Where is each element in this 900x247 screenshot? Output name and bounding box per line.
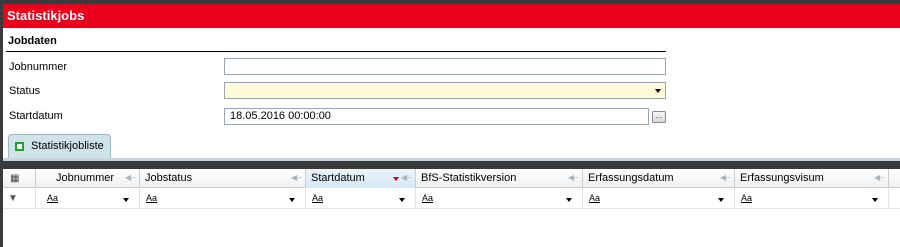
startdatum-input[interactable]: 18.05.2016 00:00:00 xyxy=(224,108,649,125)
filter-startdatum[interactable]: Aa xyxy=(306,189,416,209)
section-title-jobdaten: Jobdaten xyxy=(8,35,57,47)
column-label: Erfassungsvisum xyxy=(740,172,824,184)
column-header-erfassungsvisum[interactable]: Erfassungsvisum ◀− xyxy=(735,169,889,188)
column-label: BfS-Statistikversion xyxy=(421,172,517,184)
window-title: Statistikjobs xyxy=(7,8,85,23)
date-picker-button[interactable]: ... xyxy=(652,111,666,123)
startdatum-value: 18.05.2016 00:00:00 xyxy=(230,110,331,122)
pin-icon[interactable]: ◀− xyxy=(568,174,579,182)
chevron-down-icon[interactable] xyxy=(718,198,724,202)
chevron-down-icon[interactable] xyxy=(289,198,295,202)
column-header-erfassungsdatum[interactable]: Erfassungsdatum ◀− xyxy=(583,169,735,188)
filter-icon: ▼ xyxy=(8,193,18,204)
grid-filter-row: ▼ Aa Aa Aa Aa Aa Aa xyxy=(3,189,900,209)
column-chooser-cell[interactable]: ▦ xyxy=(3,169,36,188)
column-header-jobnummer[interactable]: Jobnummer ◀− xyxy=(36,169,140,188)
chevron-down-icon[interactable] xyxy=(123,198,129,202)
pin-icon[interactable]: ◀− xyxy=(720,174,731,182)
startdatum-label: Startdatum xyxy=(9,110,63,122)
column-label: Jobstatus xyxy=(145,172,193,184)
status-label: Status xyxy=(9,85,41,97)
chevron-down-icon[interactable] xyxy=(872,198,878,202)
column-header-jobstatus[interactable]: Jobstatus ◀− xyxy=(140,169,306,188)
jobnummer-label: Jobnummer xyxy=(9,61,68,73)
filter-row-icon-cell: ▼ xyxy=(3,189,36,209)
filter-erfassungsdatum[interactable]: Aa xyxy=(583,189,735,209)
filter-jobstatus[interactable]: Aa xyxy=(140,189,306,209)
column-header-bfs-statistikversion[interactable]: BfS-Statistikversion ◀− xyxy=(416,169,583,188)
sort-descending-icon xyxy=(393,177,399,181)
filter-operator[interactable]: Aa xyxy=(589,193,600,203)
status-dropdown[interactable] xyxy=(224,82,666,99)
column-label: Erfassungsdatum xyxy=(588,172,674,184)
grid-header-row: ▦ Jobnummer ◀− Jobstatus ◀− Startdatum ◀… xyxy=(3,169,900,188)
column-label: Jobnummer xyxy=(56,172,115,184)
filter-operator[interactable]: Aa xyxy=(741,193,752,203)
green-square-icon xyxy=(15,142,24,151)
jobnummer-input[interactable] xyxy=(224,58,666,75)
window-left-border xyxy=(0,0,3,247)
grid-top-band xyxy=(3,161,900,169)
filter-operator[interactable]: Aa xyxy=(47,193,58,203)
filter-erfassungsvisum[interactable]: Aa xyxy=(735,189,889,209)
chevron-down-icon[interactable] xyxy=(399,198,405,202)
filter-operator[interactable]: Aa xyxy=(422,193,433,203)
chevron-down-icon xyxy=(655,89,661,93)
filter-jobnummer[interactable]: Aa xyxy=(36,189,140,209)
title-bar: Statistikjobs xyxy=(3,0,900,28)
filter-operator[interactable]: Aa xyxy=(146,193,157,203)
pin-icon[interactable]: ◀− xyxy=(291,174,302,182)
pin-icon[interactable]: ◀− xyxy=(874,174,885,182)
filter-operator[interactable]: Aa xyxy=(312,193,323,203)
pin-icon[interactable]: ◀− xyxy=(401,174,412,182)
column-chooser-icon: ▦ xyxy=(10,173,20,184)
pin-icon[interactable]: ◀− xyxy=(125,174,136,182)
filter-bfs-statistikversion[interactable]: Aa xyxy=(416,189,583,209)
column-label: Startdatum xyxy=(311,172,365,184)
column-header-startdatum[interactable]: Startdatum ◀− xyxy=(306,169,416,188)
section-divider xyxy=(6,51,666,52)
tab-statistikjobliste[interactable]: Statistikjobliste xyxy=(8,134,111,158)
chevron-down-icon[interactable] xyxy=(566,198,572,202)
tab-label: Statistikjobliste xyxy=(31,140,104,152)
